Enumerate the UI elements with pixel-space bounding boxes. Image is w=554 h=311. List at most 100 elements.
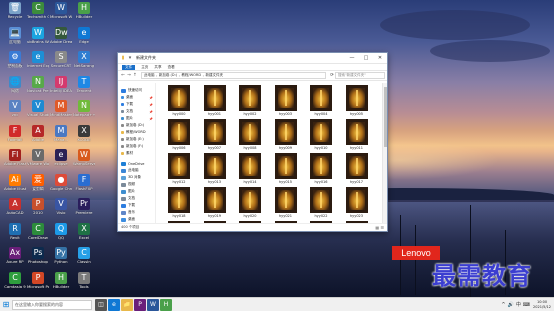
taskbar-search-input[interactable]: 在这里输入你要搜索的内容 — [12, 299, 92, 310]
nav-pane-item[interactable]: 快速访问 — [118, 87, 155, 94]
taskbar-app-icon[interactable]: P — [134, 298, 146, 311]
desktop-shortcut[interactable]: T Tools — [73, 271, 95, 298]
image-file[interactable]: hyy000 — [166, 85, 192, 119]
desktop-shortcut[interactable]: WMicrosoft Word — [50, 2, 72, 28]
desktop-shortcut[interactable]: 🗑 Recycle — [4, 2, 26, 28]
input-method-icon[interactable]: 中 — [516, 301, 521, 308]
vertical-scrollbar[interactable] — [382, 83, 387, 224]
nav-pane-item[interactable]: 视频 — [118, 181, 155, 188]
taskbar-app-icon[interactable]: e — [108, 298, 120, 311]
tray-expand-icon[interactable]: ^ — [501, 302, 505, 308]
view-toggle-icons[interactable]: ▦ ☰ — [375, 225, 384, 230]
taskbar-app-icon[interactable]: 📁 — [121, 298, 133, 311]
desktop-shortcut[interactable]: T Tencent — [73, 75, 95, 102]
nav-pane-item[interactable]: OneDrive — [118, 160, 155, 167]
desktop-shortcut[interactable]: Ps Photoshop — [27, 247, 49, 273]
nav-pane-item[interactable]: 下载 — [118, 202, 155, 209]
nav-pane-item[interactable]: 素材 — [118, 150, 155, 157]
image-file[interactable]: hyy005 — [344, 85, 370, 119]
desktop-shortcut[interactable]: C CorelDraw — [27, 222, 49, 249]
desktop-shortcut[interactable]: X Excel — [73, 222, 95, 249]
desktop-shortcut[interactable]: Py Python — [50, 247, 72, 273]
nav-pane-item[interactable]: 此电脑 — [118, 167, 155, 174]
taskbar-app-icon[interactable]: H — [160, 298, 172, 311]
image-file[interactable]: hyy006 — [166, 119, 192, 153]
desktop-shortcut[interactable]: F FlashFXP — [73, 173, 95, 200]
desktop-shortcut[interactable]: H HBuilder — [50, 271, 72, 298]
image-file[interactable]: hyy002 — [237, 85, 263, 119]
nav-pane-item[interactable]: 桌面 — [118, 216, 155, 223]
nav-pane-item[interactable]: 音乐 — [118, 209, 155, 216]
desktop-shortcut[interactable]: M Mana... — [50, 124, 72, 151]
file-list-area[interactable]: hyy000 hyy001 hyy002 hyy003 hyy004 hyy005 hyy0… — [156, 83, 387, 224]
tab-share[interactable]: 共享 — [154, 65, 161, 70]
maximize-button[interactable]: □ — [359, 53, 373, 64]
nav-pane-item[interactable]: 文档 📌 — [118, 108, 155, 115]
nav-pane-item[interactable]: 图片 — [118, 188, 155, 195]
image-file[interactable]: hyy014 — [237, 153, 263, 187]
desktop-shortcut[interactable]: ●Google Chrome — [50, 173, 72, 200]
desktop-shortcut[interactable]: CTechsmith Camtasia — [27, 2, 49, 28]
nav-pane-item[interactable]: 教程/WORD — [118, 129, 155, 136]
desktop-shortcut[interactable]: Ax Axure RP — [4, 247, 26, 273]
desktop-shortcut[interactable]: A Adobe — [27, 124, 49, 151]
image-file[interactable]: hyy015 — [273, 153, 299, 187]
desktop-shortcut[interactable]: PMicrosoft PowerPoint — [27, 271, 49, 298]
desktop-shortcut[interactable]: VVMware Workstation — [27, 149, 49, 175]
desktop-shortcut[interactable]: P 2010 — [27, 198, 49, 224]
tab-file[interactable]: 文件 — [122, 64, 136, 70]
keyboard-icon[interactable]: ⌨ — [523, 302, 530, 308]
image-file[interactable]: hyy003 — [273, 85, 299, 119]
desktop-shortcut[interactable]: V Visio — [50, 198, 72, 224]
nav-pane-item[interactable]: 桌面 📌 — [118, 94, 155, 101]
desktop-shortcut[interactable]: 💻 此电脑 — [4, 26, 26, 53]
image-file[interactable]: hyy009 — [273, 119, 299, 153]
breadcrumb-item[interactable]: 新建文件夹 — [205, 73, 223, 78]
image-file[interactable]: hyy010 — [308, 119, 334, 153]
windows-start-icon[interactable]: ⊞ — [0, 298, 12, 311]
volume-icon[interactable]: 🔊 — [508, 302, 514, 308]
tab-home[interactable]: 主页 — [141, 65, 148, 70]
tab-view[interactable]: 查看 — [168, 65, 175, 70]
nav-pane-item[interactable]: 新加卷 (E:) — [118, 136, 155, 143]
image-file[interactable]: hyy012 — [166, 153, 192, 187]
desktop-shortcut[interactable]: C ClassIn — [73, 247, 95, 273]
title-bar[interactable]: ▮ ▾ 新建文件夹 — □ ✕ — [118, 53, 387, 64]
scrollbar-thumb[interactable] — [384, 87, 387, 147]
nav-pane-item[interactable]: 3D 对象 — [118, 174, 155, 181]
clock[interactable]: 10:00 2021/5/12 — [533, 300, 551, 309]
desktop-shortcut[interactable]: AiAdobe Illustrator — [4, 173, 26, 200]
image-file[interactable]: hyy004 — [308, 85, 334, 119]
up-arrow-icon[interactable]: ↑ — [132, 73, 138, 78]
desktop-shortcut[interactable]: Pr Premiere — [73, 198, 95, 224]
desktop-shortcut[interactable]: 爱爱剪辑 — [27, 173, 49, 200]
taskbar-app-icon[interactable]: ◫ — [95, 298, 107, 311]
desktop-shortcut[interactable]: M MindMaster — [50, 100, 72, 126]
desktop-shortcut[interactable]: VVisual Studio Code — [27, 100, 49, 126]
image-file[interactable]: hyy020 — [237, 187, 263, 221]
search-input[interactable]: 搜索"新建文件夹" — [335, 72, 385, 79]
desktop-shortcut[interactable]: WubBrains Webstorm — [27, 26, 49, 53]
image-file[interactable]: hyy008 — [237, 119, 263, 153]
image-file[interactable]: hyy023 — [344, 187, 370, 221]
nav-pane-item[interactable]: 下载 📌 — [118, 101, 155, 108]
desktop-shortcut[interactable]: C Camtasia 9 — [4, 271, 26, 298]
desktop-shortcut[interactable]: N Notepad++ — [73, 100, 95, 126]
breadcrumb-item[interactable]: 新加卷 (D:) — [159, 73, 177, 78]
desktop-shortcut[interactable]: 🌐 网络 — [4, 75, 26, 102]
image-file[interactable]: hyy022 — [308, 187, 334, 221]
minimize-button[interactable]: — — [345, 53, 359, 64]
address-bar[interactable]: 此电脑 › 新加卷 (D:) › 教程/WORD › 新建文件夹 — [141, 72, 326, 79]
image-file[interactable]: hyy016 — [308, 153, 334, 187]
image-file[interactable]: hyy018 — [166, 187, 192, 221]
file-explorer-window[interactable]: ▮ ▾ 新建文件夹 — □ ✕ 文件 主页 共享 查看 ← → ↑ 此电脑 › 新… — [117, 52, 388, 232]
image-file[interactable]: hyy019 — [202, 187, 228, 221]
nav-pane-item[interactable]: 新加卷 (F:) — [118, 143, 155, 150]
quick-access-icon[interactable]: ▾ — [127, 55, 133, 61]
close-button[interactable]: ✕ — [373, 53, 387, 64]
desktop-shortcut[interactable]: FlAdobe Flash Professional — [4, 149, 26, 175]
desktop-shortcut[interactable]: e eclipse — [50, 149, 72, 175]
desktop-shortcut[interactable]: X NetSarang — [73, 51, 95, 77]
desktop-shortcut[interactable]: R Revit — [4, 222, 26, 249]
desktop-shortcut[interactable]: DwAdobe Dreamweaver — [50, 26, 72, 53]
